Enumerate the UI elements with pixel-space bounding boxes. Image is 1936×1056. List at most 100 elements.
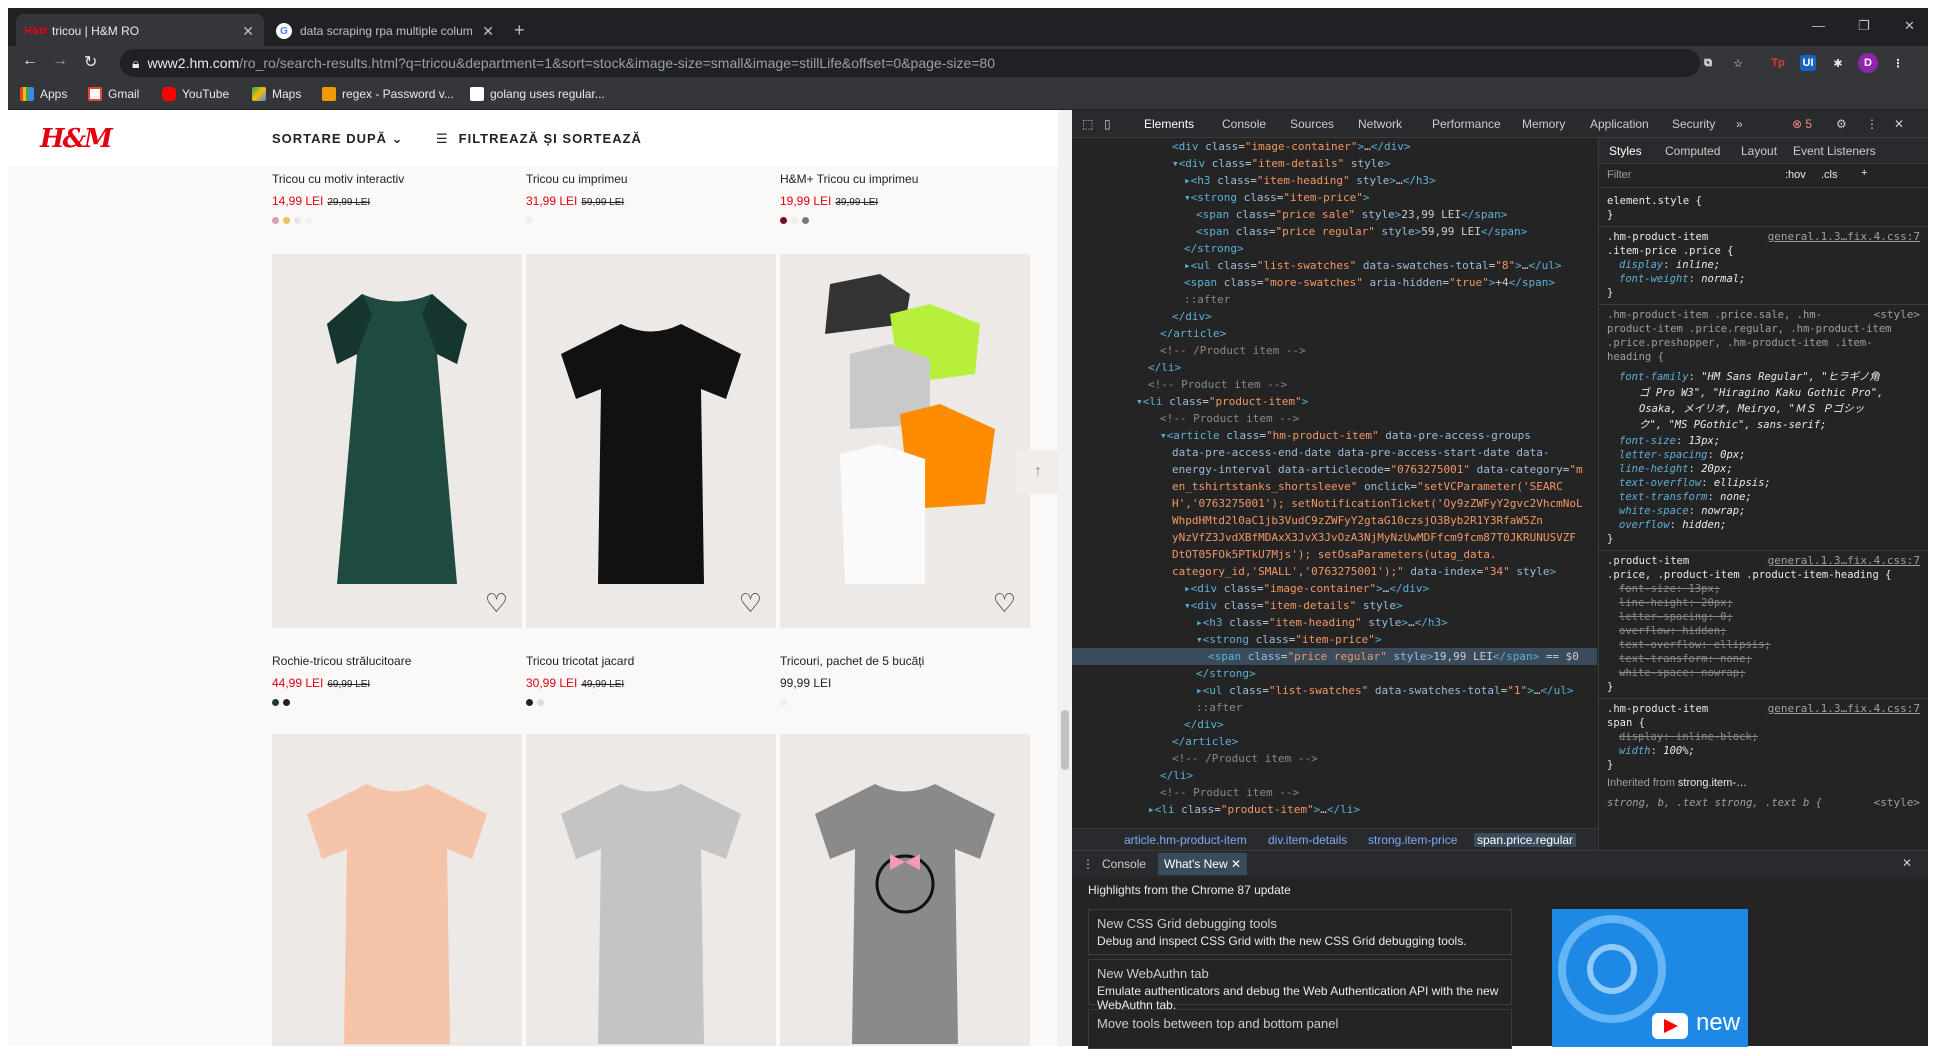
close-drawer-icon[interactable]: ✕ <box>1902 856 1912 870</box>
swatch[interactable] <box>294 217 301 224</box>
tab-computed[interactable]: Computed <box>1665 144 1720 158</box>
tab-memory[interactable]: Memory <box>1522 117 1565 131</box>
product-name[interactable]: Tricou cu imprimeu <box>526 172 776 186</box>
swatch[interactable] <box>791 217 798 224</box>
whats-new-card[interactable]: New WebAuthn tab Emulate authenticators … <box>1088 959 1512 1012</box>
forward-icon[interactable]: → <box>52 52 68 70</box>
heart-icon[interactable]: ♡ <box>993 590 1016 616</box>
tab-console[interactable]: Console <box>1222 117 1266 131</box>
tab-styles[interactable]: Styles <box>1609 144 1642 158</box>
elements-tree[interactable]: <div class="image-container">…</div> ▾<d… <box>1072 138 1597 828</box>
whats-new-card[interactable]: New CSS Grid debugging tools Debug and i… <box>1088 909 1512 955</box>
reload-icon[interactable]: ↻ <box>84 52 97 72</box>
inspect-icon[interactable]: ⬚ <box>1082 117 1093 131</box>
profile-avatar[interactable]: D <box>1858 53 1878 73</box>
swatch[interactable] <box>283 699 290 706</box>
bookmark-golang[interactable]: golang uses regular... <box>470 87 605 101</box>
filter-button[interactable]: ☰ FILTREAZĂ ȘI SORTEAZĂ <box>436 131 642 147</box>
drawer-tab-console[interactable]: Console <box>1102 857 1146 871</box>
swatch[interactable] <box>272 699 279 706</box>
product-name[interactable]: H&M+ Tricou cu imprimeu <box>780 172 1030 186</box>
swatch[interactable] <box>272 217 279 224</box>
product-name[interactable]: Rochie-tricou strălucitoare <box>272 654 522 668</box>
tab-performance[interactable]: Performance <box>1432 117 1501 131</box>
scrollbar-thumb[interactable] <box>1061 710 1069 770</box>
more-tabs-icon[interactable]: » <box>1736 117 1743 131</box>
device-toolbar-icon[interactable]: ▯ <box>1104 117 1111 131</box>
minimize-icon[interactable]: — <box>1812 18 1825 33</box>
swatch[interactable] <box>526 217 533 224</box>
tab-event-listeners[interactable]: Event Listeners <box>1793 144 1876 158</box>
kebab-menu-icon[interactable]: ⋮ <box>1866 117 1878 131</box>
star-icon[interactable]: ☆ <box>1730 55 1746 71</box>
translate-icon[interactable]: ⧉ <box>1700 55 1716 71</box>
product-card[interactable]: H&M+ Tricou cu imprimeu 19,99 LEI 39,99 L… <box>780 172 1030 224</box>
product-name[interactable]: Tricou tricotat jacard <box>526 654 776 668</box>
crumb-div[interactable]: div.item-details <box>1268 833 1347 847</box>
new-tab-button[interactable]: + <box>514 20 525 41</box>
close-icon[interactable]: ✕ <box>482 23 494 40</box>
swatch[interactable] <box>537 699 544 706</box>
puzzle-icon[interactable]: ✱ <box>1830 55 1846 71</box>
product-card[interactable]: Tricou tricotat jacard 30,99 LEI 49,99 LE… <box>526 654 776 706</box>
close-window-icon[interactable]: ✕ <box>1904 18 1915 34</box>
swatch[interactable] <box>305 217 312 224</box>
hm-logo[interactable]: H&M <box>40 124 113 154</box>
extension-tp-icon[interactable]: Tp <box>1770 55 1786 71</box>
crumb-article[interactable]: article.hm-product-item <box>1124 833 1247 847</box>
product-image-peach-tshirt[interactable] <box>272 734 522 1046</box>
back-icon[interactable]: ← <box>22 52 38 70</box>
close-icon[interactable]: ✕ <box>242 23 254 40</box>
maximize-icon[interactable]: ❐ <box>1858 18 1870 34</box>
whats-new-card[interactable]: Move tools between top and bottom panel <box>1088 1009 1512 1049</box>
swatch[interactable] <box>780 217 787 224</box>
bookmark-youtube[interactable]: YouTube <box>162 87 229 101</box>
product-image-5-pack[interactable]: ♡ <box>780 254 1030 628</box>
product-image-dress[interactable]: ♡ <box>272 254 522 628</box>
tab-elements[interactable]: Elements <box>1144 117 1194 131</box>
sort-button[interactable]: SORTARE DUPĂ ⌄ <box>272 131 404 147</box>
product-image-black-tshirt[interactable]: ♡ <box>526 254 776 628</box>
extension-ui-icon[interactable]: UI <box>1800 55 1816 71</box>
swatch[interactable] <box>283 217 290 224</box>
bookmark-regex[interactable]: regex - Password v... <box>322 87 454 101</box>
filter-input[interactable]: Filter <box>1607 169 1631 181</box>
heart-icon[interactable]: ♡ <box>739 590 762 616</box>
tab-security[interactable]: Security <box>1672 117 1715 131</box>
tab-layout[interactable]: Layout <box>1741 144 1777 158</box>
error-badge[interactable]: ⊗ 5 <box>1792 117 1812 131</box>
drawer-menu-icon[interactable]: ⋮ <box>1082 857 1094 871</box>
gear-icon[interactable]: ⚙ <box>1836 117 1847 131</box>
cls-toggle[interactable]: .cls <box>1821 169 1838 181</box>
product-card[interactable]: Tricou cu motiv interactiv 14,99 LEI 29,9… <box>272 172 522 224</box>
product-card[interactable]: Rochie-tricou strălucitoare 44,99 LEI 69,… <box>272 654 522 706</box>
crumb-strong[interactable]: strong.item-price <box>1368 833 1457 847</box>
product-image-grey-tshirt[interactable] <box>526 734 776 1046</box>
product-name[interactable]: Tricouri, pachet de 5 bucăți <box>780 654 1030 668</box>
tab-application[interactable]: Application <box>1590 117 1649 131</box>
drawer-tab-whats-new[interactable]: What's New ✕ <box>1158 853 1248 875</box>
menu-icon[interactable]: ⋮ <box>1890 55 1906 71</box>
bookmark-apps[interactable]: Apps <box>20 87 67 101</box>
swatch[interactable] <box>802 217 809 224</box>
product-name[interactable]: Tricou cu motiv interactiv <box>272 172 522 186</box>
swatch[interactable] <box>526 699 533 706</box>
crumb-span[interactable]: span.price.regular <box>1474 833 1577 847</box>
hov-toggle[interactable]: :hov <box>1785 169 1806 181</box>
selected-dom-node[interactable]: <span class="price regular" style>19,99 … <box>1072 648 1597 665</box>
page-scrollbar[interactable] <box>1058 110 1072 1046</box>
tab-sources[interactable]: Sources <box>1290 117 1334 131</box>
swatch[interactable] <box>780 699 787 706</box>
scroll-to-top-button[interactable]: ↑ <box>1016 450 1060 494</box>
browser-tab-hm[interactable]: H&M tricou | H&M RO ✕ <box>16 14 264 48</box>
tab-network[interactable]: Network <box>1358 117 1402 131</box>
url-input[interactable]: 🔒︎ www2.hm.com /ro_ro/search-results.htm… <box>120 49 1700 77</box>
product-card[interactable]: Tricouri, pachet de 5 bucăți 99,99 LEI <box>780 654 1030 706</box>
add-rule-icon[interactable]: + <box>1861 167 1867 179</box>
browser-tab-google[interactable]: G data scraping rpa multiple colum ✕ <box>264 14 504 48</box>
whats-new-video-thumbnail[interactable]: new <box>1552 909 1748 1047</box>
product-image-minnie-tshirt[interactable] <box>780 734 1030 1046</box>
bookmark-gmail[interactable]: Gmail <box>88 87 139 101</box>
product-card[interactable]: Tricou cu imprimeu 31,99 LEI 59,99 LEI <box>526 172 776 224</box>
close-devtools-icon[interactable]: ✕ <box>1894 117 1904 131</box>
